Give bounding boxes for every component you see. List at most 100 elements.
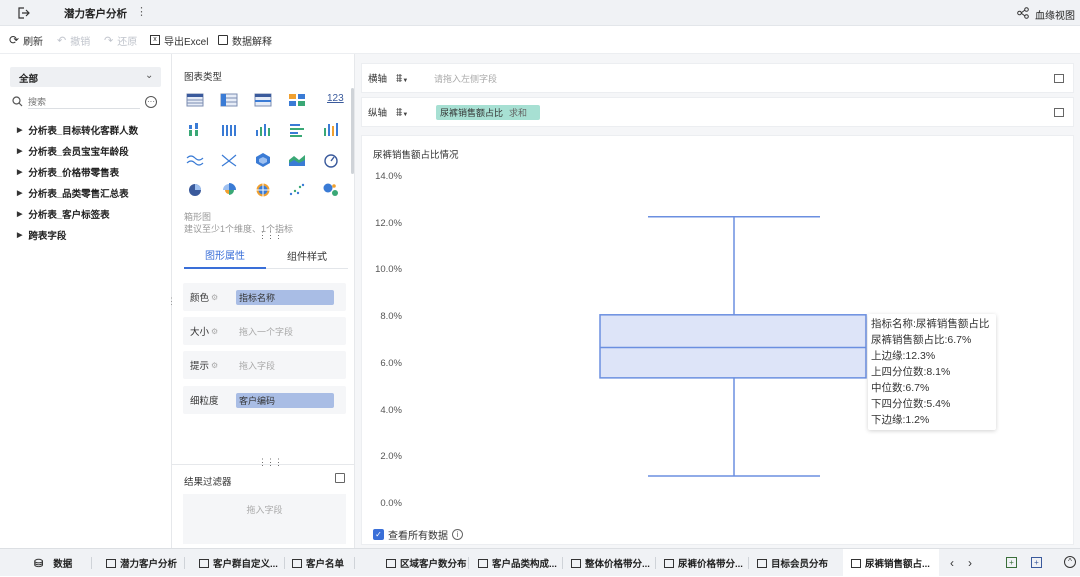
search-more-icon[interactable]: ··· bbox=[145, 96, 157, 108]
tab-overall-price-band[interactable]: 整体价格带分... bbox=[571, 549, 650, 577]
tab-label: 尿裤价格带分... bbox=[678, 559, 743, 570]
panel-scrollbar[interactable] bbox=[351, 88, 354, 174]
page-title: 潜力客户分析 bbox=[64, 8, 127, 20]
tree-item-label: 分析表_客户标签表 bbox=[28, 210, 110, 221]
bar-chart-icon[interactable] bbox=[254, 122, 272, 138]
tree-item-category-summary[interactable]: ▶ 分析表_品类零售汇总表 bbox=[17, 185, 129, 201]
redo-button[interactable]: ↷ 还原 bbox=[104, 26, 137, 54]
y-axis-sort-icon[interactable]: ⩩▼ bbox=[396, 105, 436, 120]
export-excel-button[interactable]: x 导出Excel bbox=[150, 26, 208, 54]
tree-item-customer-tags[interactable]: ▶ 分析表_客户标签表 bbox=[17, 206, 110, 222]
x-axis-drop-zone[interactable]: 请拖入左侧字段 bbox=[434, 72, 497, 85]
filter-placeholder: 拖入字段 bbox=[246, 504, 283, 515]
tab-custom-group[interactable]: 客户群自定义... bbox=[199, 549, 278, 577]
column-compare-icon[interactable] bbox=[322, 122, 340, 138]
granularity-field-pill[interactable]: 客户编码 bbox=[236, 392, 334, 408]
tab-label: 数据 bbox=[53, 559, 73, 570]
area-chart-icon[interactable] bbox=[288, 152, 306, 168]
x-axis-sort-icon[interactable]: ⩩▼ bbox=[396, 71, 424, 86]
scatter-chart-icon[interactable] bbox=[288, 182, 306, 198]
tree-item-target-conversion[interactable]: ▶ 分析表_目标转化客群人数 bbox=[17, 122, 138, 138]
show-all-data[interactable]: ✓ 查看所有数据 i bbox=[373, 527, 463, 542]
tab-target-members[interactable]: 目标会员分布 bbox=[757, 549, 828, 577]
number-chart-icon[interactable]: 123 bbox=[327, 93, 344, 104]
tab-regional-distribution[interactable]: 区域客户数分布 bbox=[386, 549, 467, 577]
chart-icon bbox=[386, 558, 396, 568]
tab-label: 整体价格带分... bbox=[585, 559, 650, 570]
add-component-icon[interactable]: + bbox=[1031, 557, 1042, 568]
tab-category-composition[interactable]: 客户品类构成... bbox=[478, 549, 557, 577]
card-icon[interactable] bbox=[288, 92, 306, 108]
horizontal-bar-icon[interactable] bbox=[288, 122, 306, 138]
tab-label: 客户名单 bbox=[306, 559, 345, 570]
color-field-pill[interactable]: 指标名称 bbox=[236, 289, 334, 305]
prop-granularity[interactable]: 细粒度 客户编码 bbox=[183, 386, 346, 414]
line-chart-icon[interactable] bbox=[186, 152, 204, 168]
collapse-up-icon[interactable]: ^ bbox=[1064, 556, 1076, 568]
refresh-button[interactable]: ⟳ 刷新 bbox=[9, 26, 43, 54]
tooltip-label-text: 提示 bbox=[190, 361, 210, 372]
tab-prev-arrow[interactable]: ‹ bbox=[950, 556, 954, 570]
cross-table-icon[interactable] bbox=[220, 92, 238, 108]
export-label: 导出Excel bbox=[164, 36, 209, 48]
title-bar: 潜力客户分析 ⋮ 血缘视图 bbox=[0, 0, 1080, 26]
tab-separator bbox=[562, 557, 563, 569]
tab-customer-list[interactable]: 客户名单 bbox=[292, 549, 344, 577]
tab-label: 尿裤销售额占... bbox=[865, 559, 930, 570]
y-axis-settings-icon[interactable] bbox=[1054, 107, 1064, 117]
prop-size[interactable]: 大小 ⚙ 拖入一个字段 bbox=[183, 317, 346, 345]
x-axis-settings-icon[interactable] bbox=[1054, 73, 1064, 83]
tooltip-line: 下四分位数:5.4% bbox=[871, 398, 951, 410]
prop-tooltip-label: 提示 ⚙ bbox=[183, 358, 223, 373]
lineage-icon[interactable] bbox=[1017, 7, 1029, 19]
grouped-bar-icon[interactable] bbox=[186, 122, 204, 138]
filter-settings-icon[interactable] bbox=[335, 473, 345, 483]
size-drop-zone[interactable]: 拖入一个字段 bbox=[239, 325, 293, 338]
tab-separator bbox=[91, 557, 92, 569]
filter-drop-zone[interactable]: 拖入字段 bbox=[183, 494, 346, 544]
pie-chart-icon[interactable] bbox=[186, 182, 204, 198]
exit-icon[interactable] bbox=[16, 6, 30, 20]
tree-item-price-band[interactable]: ▶ 分析表_价格带零售表 bbox=[17, 164, 119, 180]
polygon-chart-icon[interactable] bbox=[254, 152, 272, 168]
tab-diaper-price-band[interactable]: 尿裤价格带分... bbox=[664, 549, 743, 577]
checkbox-checked-icon[interactable]: ✓ bbox=[373, 529, 384, 540]
y-axis-field-pill[interactable]: 尿裤销售额占比 求和 bbox=[436, 104, 540, 120]
bubble-chart-icon[interactable] bbox=[322, 182, 340, 198]
lineage-view-button[interactable]: 血缘视图 bbox=[1035, 7, 1075, 22]
chevron-down-icon: ⌄ bbox=[145, 70, 154, 81]
rose-chart-icon[interactable] bbox=[220, 182, 238, 198]
search-input[interactable] bbox=[28, 95, 140, 109]
undo-button[interactable]: ↶ 撤销 bbox=[57, 26, 90, 54]
gear-icon: ⚙ bbox=[211, 326, 219, 336]
dataset-select[interactable]: 全部 ⌄ bbox=[10, 67, 161, 87]
chart-workspace: 横轴 ⩩▼ 请拖入左侧字段 纵轴 ⩩▼ 尿裤销售额占比 求和 尿裤销售额占比情况… bbox=[355, 54, 1080, 548]
stacked-bar-icon[interactable] bbox=[220, 122, 238, 138]
tab-potential-customers[interactable]: 潜力客户分析 bbox=[106, 549, 177, 577]
iqr-box[interactable] bbox=[599, 314, 867, 379]
expand-icon: ▶ bbox=[17, 169, 23, 176]
prop-color[interactable]: 颜色 ⚙ 指标名称 bbox=[183, 283, 346, 311]
radar-chart-icon[interactable] bbox=[220, 152, 238, 168]
y-axis-label: 纵轴 bbox=[368, 108, 388, 119]
tree-item-member-baby-age[interactable]: ▶ 分析表_会员宝宝年龄段 bbox=[17, 143, 129, 159]
detail-table-icon[interactable] bbox=[254, 92, 272, 108]
data-explain-button[interactable]: 数据解释 bbox=[218, 26, 272, 54]
table-chart-icon[interactable] bbox=[186, 92, 204, 108]
tab-next-arrow[interactable]: › bbox=[968, 556, 972, 570]
tree-item-cross-table[interactable]: ▶ 跨表字段 bbox=[17, 227, 66, 243]
drag-handle[interactable]: ⋮⋮⋮ bbox=[258, 230, 283, 241]
more-icon[interactable]: ⋮ bbox=[136, 5, 147, 18]
info-icon[interactable]: i bbox=[452, 529, 463, 540]
drag-handle[interactable]: ⋮⋮⋮ bbox=[258, 457, 283, 468]
gauge-chart-icon[interactable] bbox=[322, 152, 340, 168]
undo-label: 撤销 bbox=[70, 36, 91, 48]
tab-diaper-sales-ratio[interactable]: 尿裤销售额占... bbox=[843, 549, 939, 577]
add-dashboard-icon[interactable]: + bbox=[1006, 557, 1017, 568]
globe-map-icon[interactable] bbox=[254, 182, 272, 198]
prop-tooltip[interactable]: 提示 ⚙ 拖入字段 bbox=[183, 351, 346, 379]
tooltip-drop-zone[interactable]: 拖入字段 bbox=[239, 359, 275, 372]
tab-data[interactable]: ⛁ 数据 bbox=[34, 549, 72, 577]
tab-component-style[interactable]: 组件样式 bbox=[266, 242, 348, 269]
tab-graph-properties[interactable]: 图形属性 bbox=[184, 242, 266, 269]
